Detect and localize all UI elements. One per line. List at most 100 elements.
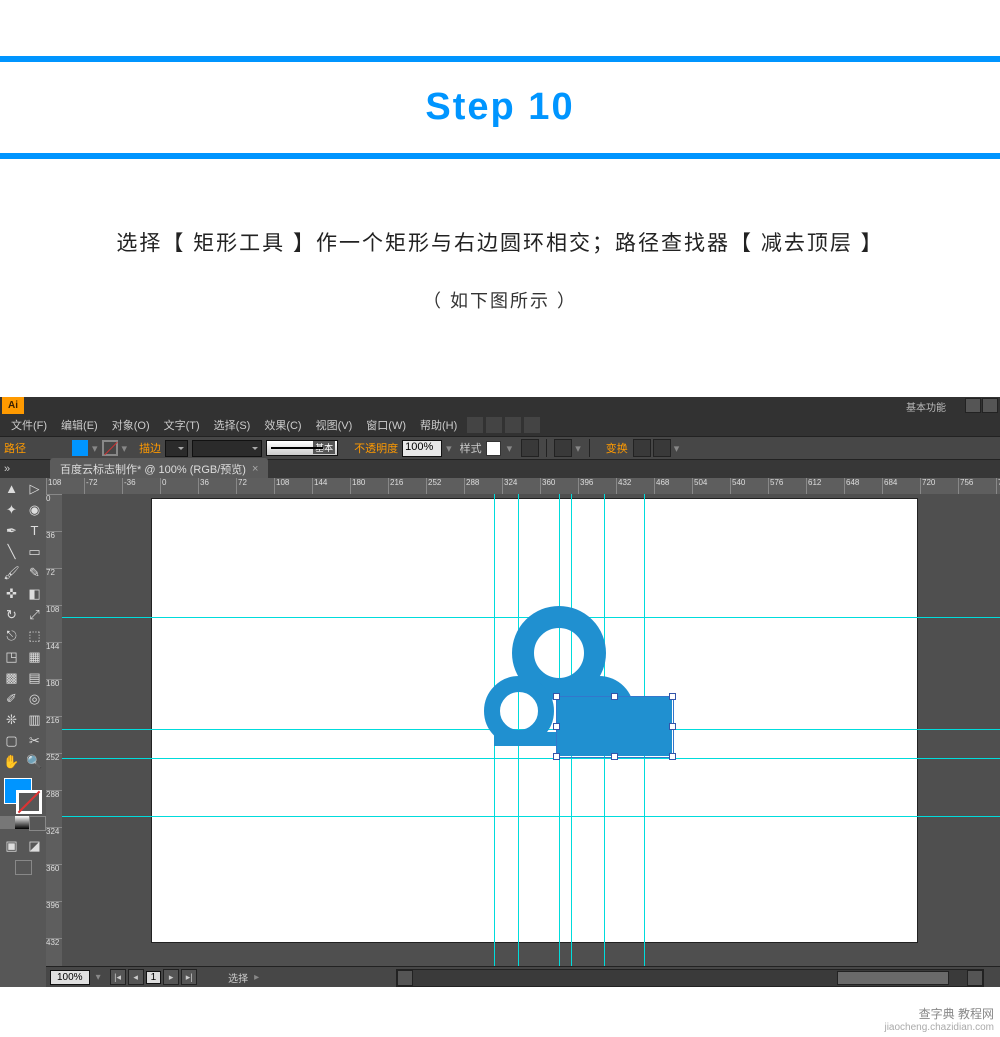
zoom-tool[interactable]: 🔍: [23, 751, 46, 772]
horizontal-scrollbar[interactable]: [396, 969, 984, 987]
artboard-tool[interactable]: ▢: [0, 730, 23, 751]
direct-selection-tool[interactable]: ▷: [23, 478, 46, 499]
scroll-left-button[interactable]: [397, 970, 413, 986]
gradient-mode-icon[interactable]: [15, 816, 30, 829]
menu-extra-icon[interactable]: [486, 417, 502, 433]
instruction-text: 选择【 矩形工具 】作一个矩形与右边圆环相交；路径查找器【 减去顶层 】: [0, 227, 1000, 257]
stroke-width-dropdown[interactable]: [192, 440, 262, 457]
scale-tool[interactable]: ⤢: [23, 604, 46, 625]
pencil-tool[interactable]: ✎: [23, 562, 46, 583]
opacity-value[interactable]: 100%: [402, 440, 442, 457]
type-tool[interactable]: T: [23, 520, 46, 541]
drawn-rectangle[interactable]: [556, 696, 672, 756]
lasso-tool[interactable]: ◉: [23, 499, 46, 520]
symbol-sprayer-tool[interactable]: ❊: [0, 709, 23, 730]
brush-preset[interactable]: 基本: [266, 440, 338, 456]
fill-swatch[interactable]: [72, 440, 88, 456]
menu-extra-icon[interactable]: [524, 417, 540, 433]
zoom-readout[interactable]: 100%: [50, 970, 90, 985]
transform-label: 变换: [606, 440, 628, 456]
canvas-area[interactable]: [62, 494, 1000, 967]
line-tool[interactable]: ╲: [0, 541, 23, 562]
scroll-right-button[interactable]: [967, 970, 983, 986]
menu-item[interactable]: 编辑(E): [54, 417, 105, 433]
transform-icon-2[interactable]: [653, 439, 671, 457]
menu-item[interactable]: 文件(F): [4, 417, 54, 433]
ruler-vertical[interactable]: 03672108144180216252288324360396432468: [46, 494, 63, 967]
brush-tool[interactable]: 🖌: [0, 562, 23, 583]
maximize-button[interactable]: [982, 398, 998, 413]
tab-close-icon[interactable]: ×: [252, 463, 258, 475]
hand-tool[interactable]: ✋: [0, 751, 23, 772]
shape-builder-tool[interactable]: ◳: [0, 646, 23, 667]
magic-wand-tool[interactable]: ✦: [0, 499, 23, 520]
menu-item[interactable]: 文字(T): [157, 417, 207, 433]
tab-title: 百度云标志制作* @ 100% (RGB/预览): [60, 461, 246, 477]
watermark: 查字典 教程网 jiaocheng.chazidian.com: [884, 1005, 994, 1033]
style-label: 样式: [460, 440, 482, 456]
artboard-number[interactable]: 1: [146, 971, 162, 984]
stroke-swatch[interactable]: [102, 440, 118, 456]
document-tab[interactable]: 百度云标志制作* @ 100% (RGB/预览) ×: [50, 458, 268, 480]
slice-tool[interactable]: ✂: [23, 730, 46, 751]
menu-item[interactable]: 选择(S): [207, 417, 258, 433]
menu-bar: 文件(F)编辑(E)对象(O)文字(T)选择(S)效果(C)视图(V)窗口(W)…: [0, 414, 1000, 436]
transform-icon-1[interactable]: [633, 439, 651, 457]
menu-extra-icon[interactable]: [505, 417, 521, 433]
style-swatch[interactable]: [486, 441, 501, 456]
artboard-next-button[interactable]: ▸: [163, 969, 179, 985]
artboard-first-button[interactable]: |◂: [110, 969, 126, 985]
menu-item[interactable]: 窗口(W): [359, 417, 413, 433]
menu-item[interactable]: 视图(V): [309, 417, 360, 433]
gradient-tool[interactable]: ▤: [23, 667, 46, 688]
perspective-tool[interactable]: ▦: [23, 646, 46, 667]
menu-item[interactable]: 对象(O): [105, 417, 157, 433]
scroll-thumb[interactable]: [837, 971, 949, 985]
color-mode-icon[interactable]: [0, 816, 15, 829]
menu-extra-icon[interactable]: [467, 417, 483, 433]
stroke-weight-dropdown[interactable]: [165, 440, 188, 457]
blend-tool[interactable]: ◎: [23, 688, 46, 709]
none-mode-icon[interactable]: [29, 816, 46, 831]
mesh-tool[interactable]: ▩: [0, 667, 23, 688]
title-bar: Ai 基本功能: [0, 397, 1000, 414]
pen-tool[interactable]: ✒: [0, 520, 23, 541]
width-tool[interactable]: ⎋: [0, 625, 23, 646]
ruler-horizontal[interactable]: 108-72-360367210814418021625228832436039…: [46, 478, 1000, 495]
illustrator-window: Ai 基本功能 文件(F)编辑(E)对象(O)文字(T)选择(S)效果(C)视图…: [0, 397, 1000, 987]
menu-item[interactable]: 帮助(H): [413, 417, 464, 433]
screen-mode-button[interactable]: [15, 860, 32, 875]
artboard-last-button[interactable]: ▸|: [181, 969, 197, 985]
rotate-tool[interactable]: ↻: [0, 604, 23, 625]
graph-tool[interactable]: ▥: [23, 709, 46, 730]
menu-item[interactable]: 效果(C): [257, 417, 308, 433]
artboard-prev-button[interactable]: ◂: [128, 969, 144, 985]
side-label: 路径: [4, 440, 26, 456]
opacity-label: 不透明度: [354, 440, 398, 456]
draw-mode-normal[interactable]: ▣: [0, 835, 23, 856]
banner-line-bottom: [0, 153, 1000, 159]
sub-instruction-text: （ 如下图所示 ）: [0, 287, 1000, 313]
fill-stroke-control[interactable]: [0, 776, 46, 814]
eraser-tool[interactable]: ◧: [23, 583, 46, 604]
watermark-line2: jiaocheng.chazidian.com: [884, 1022, 994, 1033]
status-bar: 100% ▾ |◂ ◂ 1 ▸ ▸| 选择 ▸: [46, 966, 1000, 987]
watermark-line1: 查字典 教程网: [919, 1007, 994, 1021]
workspace-label[interactable]: 基本功能: [906, 399, 946, 414]
step-title: Step 10: [0, 62, 1000, 153]
free-transform-tool[interactable]: ⬚: [23, 625, 46, 646]
eyedropper-tool[interactable]: ✐: [0, 688, 23, 709]
selection-tool[interactable]: ▲: [0, 478, 23, 499]
app-logo: Ai: [2, 397, 24, 414]
blob-brush-tool[interactable]: ✜: [0, 583, 23, 604]
stroke-color-box[interactable]: [16, 790, 42, 814]
status-mode-label: 选择: [228, 970, 248, 985]
align-icon[interactable]: [554, 439, 572, 457]
guide-horizontal[interactable]: [62, 816, 1000, 817]
toolbox: ▲▷ ✦◉ ✒T ╲▭ 🖌✎ ✜◧ ↻⤢ ⎋⬚ ◳▦ ▩▤ ✐◎ ❊▥ ▢✂ ✋…: [0, 478, 47, 987]
draw-mode-behind[interactable]: ◪: [23, 835, 46, 856]
recolor-icon[interactable]: [521, 439, 539, 457]
rectangle-tool[interactable]: ▭: [23, 541, 46, 562]
minimize-button[interactable]: [965, 398, 981, 413]
control-bar: 路径 ▾ ▾ 描边 基本 不透明度 100% ▾ 样式 ▾ ▾ 变换 ▾: [0, 436, 1000, 460]
